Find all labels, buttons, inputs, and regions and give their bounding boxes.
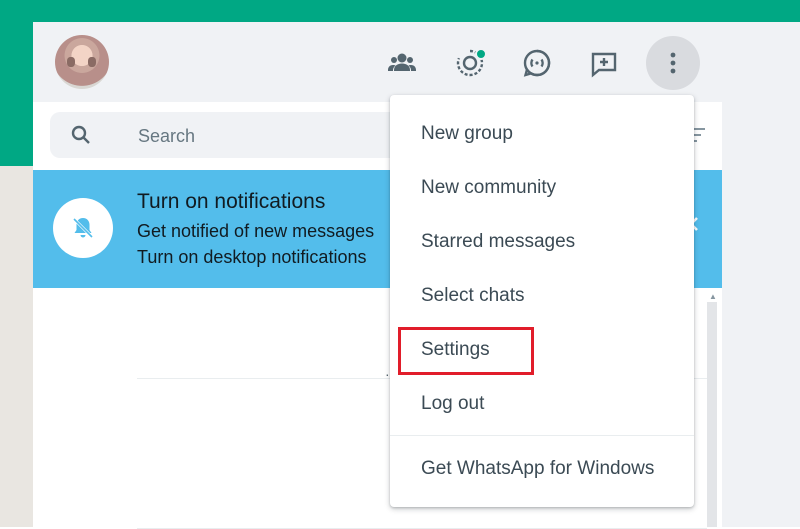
menu-item-get-whatsapp-windows[interactable]: Get WhatsApp for Windows: [390, 444, 694, 494]
status-unread-dot: [475, 48, 487, 60]
overflow-menu: New group New community Starred messages…: [390, 95, 694, 507]
scroll-up-arrow[interactable]: ▲: [709, 292, 717, 301]
notification-description: Get notified of new messages: [137, 221, 375, 241]
menu-divider: [390, 435, 694, 436]
menu-button[interactable]: [646, 36, 700, 90]
communities-icon[interactable]: [385, 46, 419, 80]
menu-item-starred-messages[interactable]: Starred messages: [390, 217, 694, 267]
menu-item-label: Starred messages: [421, 231, 576, 252]
chat-list-item-fragment: ·: [385, 366, 390, 382]
notification-title: Turn on notifications: [137, 190, 326, 213]
app-background-bottom: [0, 166, 33, 527]
search-icon[interactable]: [70, 124, 92, 146]
menu-item-select-chats[interactable]: Select chats: [390, 271, 694, 321]
scrollbar[interactable]: [707, 302, 717, 527]
menu-item-label: New community: [421, 177, 557, 198]
menu-item-label: Select chats: [421, 285, 525, 306]
avatar[interactable]: [55, 35, 109, 89]
panel-header: [33, 22, 722, 102]
status-icon[interactable]: [453, 46, 487, 80]
notification-bell-off-icon: [53, 198, 113, 258]
menu-item-label: New group: [421, 123, 513, 144]
menu-item-label: Log out: [421, 393, 485, 414]
channels-icon[interactable]: [520, 46, 554, 80]
menu-item-new-group[interactable]: New group: [390, 109, 694, 159]
notification-link[interactable]: Turn on desktop notifications: [137, 247, 366, 268]
settings-highlight-box: [398, 327, 534, 375]
menu-item-new-community[interactable]: New community: [390, 163, 694, 213]
new-chat-icon[interactable]: [587, 46, 621, 80]
menu-item-log-out[interactable]: Log out: [390, 379, 694, 429]
conversation-pane: [722, 22, 800, 527]
menu-icon: [670, 52, 676, 74]
menu-item-label: Get WhatsApp for Windows: [421, 458, 655, 479]
